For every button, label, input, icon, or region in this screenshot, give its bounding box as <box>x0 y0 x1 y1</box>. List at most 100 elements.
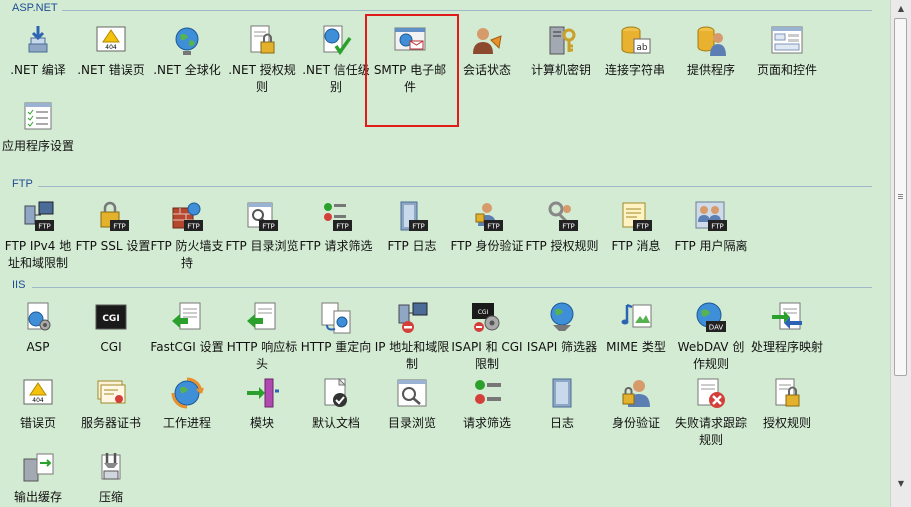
feature-smtp-email[interactable]: SMTP 电子邮件 <box>372 24 448 96</box>
feature-isapi-cgi-restrictions[interactable]: CGI ISAPI 和 CGI 限制 <box>449 301 525 373</box>
feature-label: 计算机密钥 <box>530 63 591 77</box>
feature-ftp-directory-browsing[interactable]: FTP FTP 目录浏览 <box>224 200 300 255</box>
feature-label: 请求筛选 <box>462 416 511 430</box>
feature-label: FTP IPv4 地址和域限制 <box>4 239 72 270</box>
session-state-icon <box>473 28 502 54</box>
feature-ftp-messages[interactable]: FTP FTP 消息 <box>598 200 674 255</box>
ftp-authorization-icon: FTP <box>548 201 578 231</box>
feature-logging[interactable]: 日志 <box>524 377 600 432</box>
scrollbar-thumb[interactable] <box>894 18 907 376</box>
feature-label: 应用程序设置 <box>1 139 74 153</box>
feature-application-settings[interactable]: 应用程序设置 <box>0 100 76 155</box>
feature-directory-browsing[interactable]: 目录浏览 <box>374 377 450 432</box>
feature-dotnet-error-pages[interactable]: 404 .NET 错误页 <box>73 24 149 79</box>
feature-machine-key[interactable]: 计算机密钥 <box>523 24 599 79</box>
modules-icon <box>247 378 279 408</box>
feature-ftp-ssl[interactable]: FTP FTP SSL 设置 <box>75 200 151 255</box>
ip-restrictions-icon <box>398 302 428 333</box>
feature-handler-mappings[interactable]: 处理程序映射 <box>749 301 825 356</box>
feature-request-filtering[interactable]: 请求筛选 <box>449 377 525 432</box>
feature-label: .NET 错误页 <box>77 63 145 77</box>
feature-ftp-authorization[interactable]: FTP FTP 授权规则 <box>524 200 600 255</box>
feature-label: HTTP 重定向 <box>300 340 372 354</box>
feature-label: 错误页 <box>19 416 56 430</box>
feature-ftp-authentication[interactable]: FTP FTP 身份验证 <box>449 200 525 255</box>
feature-label: CGI <box>100 340 122 354</box>
feature-ftp-ip-restrictions[interactable]: FTP FTP IPv4 地址和域限制 <box>0 200 76 272</box>
feature-server-certificates[interactable]: 服务器证书 <box>73 377 149 432</box>
ftp-messages-icon: FTP <box>622 202 652 231</box>
feature-dotnet-compile[interactable]: .NET 编译 <box>0 24 76 79</box>
section-title: FTP <box>12 178 33 190</box>
feature-dotnet-authorization-rules[interactable]: .NET 授权规则 <box>224 24 300 96</box>
server-certificates-icon <box>97 380 126 404</box>
section-divider <box>32 287 872 288</box>
feature-ip-restrictions[interactable]: IP 地址和域限制 <box>374 301 450 373</box>
feature-webdav[interactable]: DAV WebDAV 创作规则 <box>673 301 749 373</box>
feature-fastcgi[interactable]: FastCGI 设置 <box>149 301 225 356</box>
feature-http-redirect[interactable]: HTTP 重定向 <box>298 301 374 356</box>
feature-authentication[interactable]: 身份验证 <box>598 377 674 432</box>
scroll-up-icon[interactable]: ▲ <box>894 2 908 16</box>
svg-text:ab: ab <box>636 43 648 53</box>
svg-text:DAV: DAV <box>709 324 724 332</box>
feature-connection-strings[interactable]: ab 连接字符串 <box>597 24 673 79</box>
feature-label: FTP 日志 <box>387 239 437 253</box>
default-document-icon <box>324 377 347 407</box>
request-filtering-icon <box>475 380 501 404</box>
feature-compression[interactable]: 压缩 <box>73 451 149 506</box>
feature-isapi-filters[interactable]: ISAPI 筛选器 <box>524 301 600 356</box>
svg-text:404: 404 <box>32 397 44 404</box>
feature-label: SMTP 电子邮件 <box>373 63 447 94</box>
feature-label: WebDAV 创作规则 <box>677 340 745 371</box>
scroll-down-icon[interactable]: ▼ <box>894 477 908 491</box>
feature-label: FastCGI 设置 <box>150 340 224 354</box>
feature-label: FTP 目录浏览 <box>225 239 299 253</box>
output-caching-icon <box>23 453 54 482</box>
ftp-request-filtering-icon: FTP <box>324 203 352 231</box>
directory-browsing-icon <box>397 379 427 407</box>
ftp-user-isolation-icon: FTP <box>695 201 727 231</box>
feature-session-state[interactable]: 会话状态 <box>449 24 525 79</box>
feature-label: 输出缓存 <box>13 490 62 504</box>
feature-ftp-user-isolation[interactable]: FTP FTP 用户隔离 <box>673 200 749 255</box>
feature-default-document[interactable]: 默认文档 <box>298 377 374 432</box>
feature-ftp-logging[interactable]: FTP FTP 日志 <box>374 200 450 255</box>
feature-authorization-rules[interactable]: 授权规则 <box>749 377 825 432</box>
authorization-rules-icon <box>775 378 800 407</box>
feature-error-pages[interactable]: 404 错误页 <box>0 377 76 432</box>
feature-label: FTP 请求筛选 <box>299 239 373 253</box>
feature-label: .NET 编译 <box>10 63 66 77</box>
feature-pages-controls[interactable]: 页面和控件 <box>749 24 825 79</box>
feature-cgi[interactable]: CGI CGI <box>73 301 149 356</box>
mime-types-icon <box>621 303 652 328</box>
feature-mime-types[interactable]: MIME 类型 <box>598 301 674 356</box>
feature-failed-request-tracing[interactable]: 失败请求跟踪规则 <box>673 377 749 449</box>
feature-http-response-headers[interactable]: HTTP 响应标头 <box>224 301 300 373</box>
section-header: ASP.NET <box>0 2 872 17</box>
feature-label: 目录浏览 <box>387 416 436 430</box>
feature-label: 服务器证书 <box>80 416 141 430</box>
feature-dotnet-globalization[interactable]: .NET 全球化 <box>149 24 225 79</box>
feature-modules[interactable]: 模块 <box>224 377 300 432</box>
feature-label: IP 地址和域限制 <box>374 340 450 371</box>
pages-controls-icon <box>771 26 803 54</box>
feature-dotnet-trust-levels[interactable]: .NET 信任级别 <box>298 24 374 96</box>
feature-asp[interactable]: ASP <box>0 301 76 356</box>
feature-label: ISAPI 和 CGI 限制 <box>451 340 523 371</box>
http-redirect-icon <box>321 302 351 334</box>
svg-text:FTP: FTP <box>113 223 125 231</box>
feature-worker-processes[interactable]: 工作进程 <box>149 377 225 432</box>
dotnet-error-pages-icon: 404 <box>96 26 126 52</box>
feature-output-caching[interactable]: 输出缓存 <box>0 451 76 506</box>
compression-icon <box>101 453 121 480</box>
feature-ftp-firewall[interactable]: FTP FTP 防火墙支持 <box>149 200 225 272</box>
vertical-scrollbar[interactable]: ▲ ▼ <box>890 0 911 507</box>
feature-ftp-request-filtering[interactable]: FTP FTP 请求筛选 <box>298 200 374 255</box>
feature-label: 连接字符串 <box>604 63 665 77</box>
application-settings-icon <box>24 102 52 130</box>
svg-text:FTP: FTP <box>38 223 50 231</box>
svg-text:FTP: FTP <box>562 223 574 231</box>
feature-label: FTP 防火墙支持 <box>150 239 224 270</box>
feature-providers[interactable]: 提供程序 <box>673 24 749 79</box>
